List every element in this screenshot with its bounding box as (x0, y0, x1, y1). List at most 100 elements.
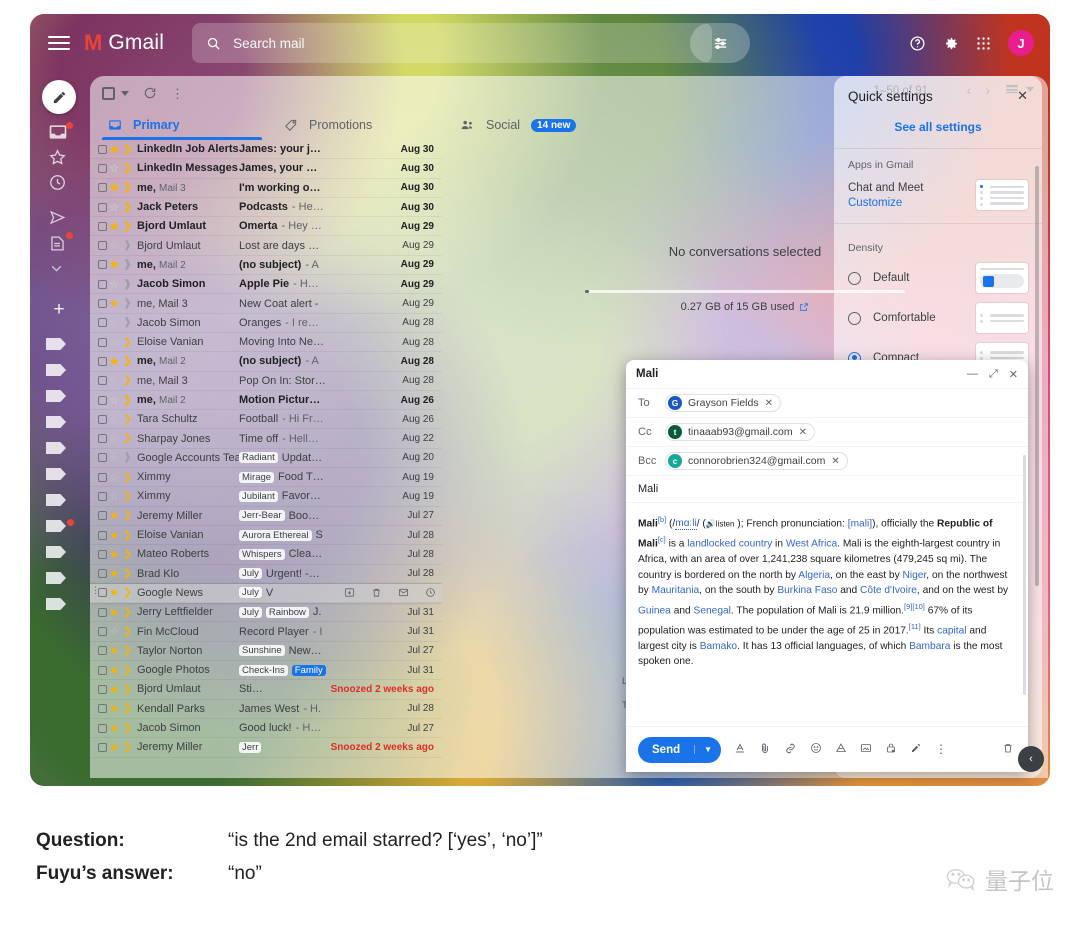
label-chip[interactable] (46, 338, 66, 350)
send-button[interactable]: Send ▼ (638, 736, 722, 763)
row-checkbox[interactable] (98, 530, 107, 540)
close-icon[interactable]: ✕ (799, 427, 807, 438)
expand-icon[interactable]: ⤢ (989, 368, 998, 381)
row-checkbox[interactable] (98, 549, 107, 559)
link-bamako[interactable]: Bamako (700, 641, 737, 652)
table-row[interactable]: ★ ❯ LinkedIn Job Alerts James: your j… Aug 3… (90, 140, 442, 160)
chevron-down-icon[interactable] (121, 90, 129, 96)
important-marker-icon[interactable]: ❯ (121, 723, 134, 734)
table-row[interactable]: ☆ ❯ me, Mail 2 Motion Pictur… Aug 26 (90, 391, 442, 411)
row-checkbox[interactable] (98, 183, 107, 193)
close-icon[interactable]: ✕ (1017, 88, 1028, 104)
row-checkbox[interactable] (98, 279, 107, 289)
important-marker-icon[interactable]: ❯ (121, 742, 134, 753)
table-row[interactable]: ☆ ❱ Jacob Simon Oranges - I re… Aug 28 (90, 314, 442, 333)
important-marker-icon[interactable]: ❯ (121, 375, 134, 386)
star-icon[interactable]: ☆ (107, 278, 121, 291)
table-row[interactable]: ☆ ❱ Jacob Simon Apple Pie - H… Aug 29 (90, 275, 442, 295)
table-row[interactable]: ★ ❯ Bjord Umlaut Omerta - Hey … Aug 29 (90, 217, 442, 237)
important-marker-icon[interactable]: ❯ (121, 472, 134, 483)
row-checkbox[interactable] (98, 414, 107, 424)
link-burkina-faso[interactable]: Burkina Faso (777, 585, 837, 596)
table-row[interactable]: ★ ❯ Jeremy Miller Jerr-Bear Boo… Jul 27 (90, 507, 442, 526)
search-input[interactable]: Search mail (192, 23, 713, 63)
important-marker-icon[interactable]: ❯ (121, 491, 134, 502)
important-marker-icon[interactable]: ❯ (121, 395, 134, 406)
important-marker-icon[interactable]: ❯ (121, 433, 134, 444)
important-marker-icon[interactable]: ❱ (121, 452, 134, 463)
minimize-icon[interactable]: — (967, 368, 978, 380)
open-external-icon[interactable] (799, 302, 809, 312)
star-icon[interactable]: ★ (107, 644, 121, 657)
density-option-comfortable[interactable]: Comfortable (834, 298, 1042, 338)
more-options-icon[interactable]: ⋮ (935, 743, 948, 755)
compose-subject-input[interactable]: Mali (626, 476, 1028, 503)
star-icon[interactable]: ☆ (107, 336, 121, 349)
important-marker-icon[interactable]: ❯ (121, 530, 134, 541)
link-guinea[interactable]: Guinea (638, 605, 671, 616)
label-chip[interactable]: Family (291, 664, 326, 676)
tab-primary[interactable]: Primary (94, 110, 270, 140)
important-marker-icon[interactable]: ❯ (121, 568, 134, 579)
row-checkbox[interactable] (98, 646, 107, 656)
label-chip[interactable] (46, 390, 66, 402)
row-checkbox[interactable] (98, 163, 107, 173)
row-checkbox[interactable] (98, 704, 107, 714)
archive-icon[interactable] (344, 587, 355, 598)
link-mauritania[interactable]: Mauritania (652, 585, 700, 596)
ipa-link-2[interactable]: [mali] (848, 518, 872, 529)
important-marker-icon[interactable]: ❯ (121, 645, 134, 656)
table-row[interactable]: ★ ❯ Jeremy Miller Jerr Snoozed 2 weeks ago (90, 738, 442, 758)
important-marker-icon[interactable]: ❯ (121, 202, 134, 213)
trash-icon[interactable] (1002, 742, 1014, 757)
star-icon[interactable]: ★ (107, 702, 121, 715)
important-marker-icon[interactable]: ❯ (121, 549, 134, 560)
star-icon[interactable]: ☆ (107, 201, 121, 214)
row-checkbox[interactable] (98, 299, 107, 309)
gmail-logo[interactable]: M Gmail (84, 30, 164, 56)
star-icon[interactable]: ★ (107, 529, 121, 542)
table-row[interactable]: ★ ❱ me, Mail 3 New Coat alert - Aug 29 (90, 294, 442, 314)
table-row[interactable]: ☆ ❱ Bjord Umlaut Lost are days … Aug 29 (90, 236, 442, 256)
table-row[interactable]: ★ ❱ me, Mail 2 (no subject) - A Aug 29 (90, 256, 442, 276)
label-chip[interactable] (46, 364, 66, 376)
important-marker-icon[interactable]: ❯ (121, 414, 134, 425)
row-checkbox[interactable] (98, 453, 107, 463)
star-icon[interactable]: ★ (107, 143, 121, 156)
row-checkbox[interactable] (98, 395, 107, 405)
star-icon[interactable]: ☆ (107, 316, 121, 329)
table-row[interactable]: ☆ ❱ Google Accounts Team Radiant Updat… Aug 2… (90, 449, 442, 469)
star-icon[interactable]: ★ (107, 664, 121, 677)
important-marker-icon[interactable]: ❱ (121, 240, 134, 251)
delete-icon[interactable] (371, 587, 382, 598)
row-checkbox[interactable] (98, 665, 107, 675)
important-marker-icon[interactable]: ❯ (121, 665, 134, 676)
link-capital[interactable]: capital (937, 625, 966, 636)
link-bambara[interactable]: Bambara (909, 641, 950, 652)
table-row[interactable]: ⋮ ★ ❯ Google News July V (90, 583, 442, 604)
label-chip[interactable] (46, 546, 66, 558)
label-chip[interactable] (46, 416, 66, 428)
important-marker-icon[interactable]: ❯ (121, 684, 134, 695)
insert-link-icon[interactable] (784, 742, 797, 758)
see-all-settings-link[interactable]: See all settings (834, 110, 1042, 149)
sidebar-item-snoozed[interactable] (48, 173, 70, 195)
add-label-icon[interactable]: + (48, 300, 70, 322)
mark-unread-icon[interactable] (398, 587, 409, 598)
row-checkbox[interactable] (98, 260, 107, 270)
important-marker-icon[interactable]: ❯ (121, 587, 134, 598)
row-checkbox[interactable] (98, 569, 107, 579)
row-checkbox[interactable] (98, 491, 107, 501)
compose-body[interactable]: Mali[b] (/mɑːli/ (🔊listen ); French pron… (626, 455, 1028, 726)
more-vertical-icon[interactable]: ⋮ (171, 87, 185, 100)
email-list[interactable]: ★ ❯ LinkedIn Job Alerts James: your j… Aug 3… (90, 140, 442, 778)
table-row[interactable]: ★ ❯ Jacob Simon Good luck! - H… Jul 27 (90, 719, 442, 739)
star-icon[interactable]: ☆ (107, 394, 121, 407)
hamburger-icon[interactable] (48, 32, 70, 54)
refresh-icon[interactable] (143, 86, 157, 100)
recipient-chip-to[interactable]: G Grayson Fields ✕ (665, 394, 781, 412)
label-chip[interactable]: Rainbow (265, 606, 309, 618)
star-icon[interactable]: ☆ (107, 239, 121, 252)
row-checkbox[interactable] (98, 144, 107, 154)
table-row[interactable]: ★ ❯ Brad Klo July Urgent! -… Jul 28 (90, 565, 442, 584)
